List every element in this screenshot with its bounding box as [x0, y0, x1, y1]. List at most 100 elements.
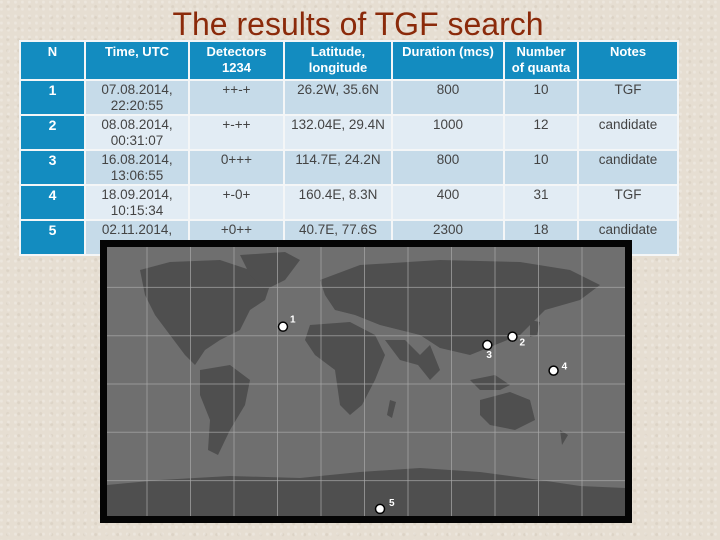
header-notes-label: Notes: [609, 44, 647, 59]
table-row: 2 08.08.2014, 00:31:07 +-++ 132.04E, 29.4N 10…: [21, 116, 677, 149]
cell-quanta: 31: [505, 186, 577, 219]
cell-detectors-text: +-0+: [222, 187, 251, 202]
event-label: 2: [519, 338, 525, 349]
cell-coords-text: 132.04E, 29.4N: [291, 117, 385, 132]
cell-n: 2: [21, 116, 84, 149]
cell-n: 1: [21, 81, 84, 114]
cell-time: 07.08.2014, 22:20:55: [86, 81, 188, 114]
cell-time-text: 02.11.2014,: [101, 222, 173, 237]
cell-n-text: 4: [48, 187, 57, 203]
cell-coords-text: 26.2W, 35.6N: [297, 82, 379, 97]
event-label: 5: [389, 498, 395, 509]
world-map-canvas: 1 2 3 4 5: [107, 247, 625, 516]
cell-coords: 114.7E, 24.2N: [285, 151, 391, 184]
cell-detectors: +-0+: [190, 186, 283, 219]
event-marker: [548, 365, 559, 376]
cell-duration: 800: [393, 151, 503, 184]
cell-quanta: 10: [505, 151, 577, 184]
cell-duration-text: 400: [436, 187, 460, 202]
cell-coords: 160.4E, 8.3N: [285, 186, 391, 219]
cell-coords: 26.2W, 35.6N: [285, 81, 391, 114]
cell-coords-text: 160.4E, 8.3N: [298, 187, 378, 202]
cell-notes: TGF: [579, 186, 677, 219]
cell-time-text: 00:31:07: [110, 133, 164, 148]
header-quanta-line1: Number: [516, 44, 566, 59]
cell-coords-text: 40.7E, 77.6S: [298, 222, 378, 237]
cell-quanta-text: 10: [533, 152, 549, 167]
cell-duration-text: 1000: [432, 117, 464, 132]
header-time-label: Time, UTC: [104, 44, 170, 59]
cell-n: 4: [21, 186, 84, 219]
header-quanta-line2: of quanta: [511, 60, 571, 75]
cell-notes-text: TGF: [614, 82, 642, 97]
cell-n: 5: [21, 221, 84, 254]
cell-duration-text: 2300: [432, 222, 464, 237]
cell-notes: candidate: [579, 151, 677, 184]
cell-detectors: +-++: [190, 116, 283, 149]
cell-quanta-text: 10: [533, 82, 549, 97]
cell-time-text: 10:15:34: [110, 203, 164, 218]
header-notes: Notes: [579, 42, 677, 79]
cell-detectors-text: ++-+: [222, 82, 251, 97]
cell-time-text: 18.09.2014,: [101, 187, 173, 202]
cell-detectors-text: 0+++: [220, 152, 253, 167]
header-coords-line1: Latitude,: [310, 44, 366, 59]
cell-detectors-text: +-++: [222, 117, 251, 132]
cell-notes: TGF: [579, 81, 677, 114]
cell-n-text: 2: [48, 117, 57, 133]
cell-duration-text: 800: [436, 82, 460, 97]
event-label: 3: [486, 350, 492, 361]
cell-coords: 132.04E, 29.4N: [285, 116, 391, 149]
header-duration-label: Duration (mcs): [402, 44, 494, 59]
header-detectors: Detectors 1234: [190, 42, 283, 79]
table-row: 4 18.09.2014, 10:15:34 +-0+ 160.4E, 8.3N 400 3…: [21, 186, 677, 219]
event-marker: [482, 339, 493, 351]
cell-duration: 1000: [393, 116, 503, 149]
cell-notes-text: candidate: [598, 117, 658, 132]
cell-time-text: 13:06:55: [110, 168, 164, 183]
cell-n-text: 3: [48, 152, 57, 168]
slide-title: The results of TGF search: [172, 6, 544, 42]
event-label: 4: [562, 362, 568, 373]
cell-duration: 800: [393, 81, 503, 114]
header-duration: Duration (mcs): [393, 42, 503, 79]
event-marker: [507, 331, 518, 342]
table-header-row: N Time, UTC Detectors 1234 Latitude, longi…: [21, 42, 677, 79]
cell-detectors: 0+++: [190, 151, 283, 184]
header-n-label: N: [47, 44, 58, 59]
cell-notes: candidate: [579, 116, 677, 149]
event-marker: [374, 503, 386, 515]
cell-quanta: 10: [505, 81, 577, 114]
cell-detectors-text: +0++: [220, 222, 253, 237]
cell-n: 3: [21, 151, 84, 184]
cell-detectors: ++-+: [190, 81, 283, 114]
header-coords-line2: longitude: [308, 60, 368, 75]
header-time: Time, UTC: [86, 42, 188, 79]
cell-time-text: 16.08.2014,: [101, 152, 173, 167]
event-marker: [277, 321, 289, 332]
cell-n-text: 1: [48, 82, 57, 98]
table-row: 3 16.08.2014, 13:06:55 0+++ 114.7E, 24.2N 800…: [21, 151, 677, 184]
cell-time: 08.08.2014, 00:31:07: [86, 116, 188, 149]
results-table: N Time, UTC Detectors 1234 Latitude, longi…: [19, 40, 679, 256]
cell-duration-text: 800: [436, 152, 460, 167]
header-n: N: [21, 42, 84, 79]
cell-time-text: 22:20:55: [110, 98, 164, 113]
cell-notes-text: TGF: [614, 187, 642, 202]
cell-notes-text: candidate: [598, 152, 658, 167]
cell-time: 18.09.2014, 10:15:34: [86, 186, 188, 219]
cell-notes-text: candidate: [598, 222, 658, 237]
world-map: 1 2 3 4 5: [100, 240, 632, 523]
cell-quanta-text: 18: [533, 222, 549, 237]
table-row: 1 07.08.2014, 22:20:55 ++-+ 26.2W, 35.6N 800 1…: [21, 81, 677, 114]
cell-quanta-text: 12: [533, 117, 549, 132]
cell-duration: 400: [393, 186, 503, 219]
cell-time-text: 07.08.2014,: [101, 82, 173, 97]
cell-coords-text: 114.7E, 24.2N: [295, 152, 381, 167]
cell-n-text: 5: [48, 222, 57, 238]
event-label: 1: [290, 315, 296, 326]
header-quanta: Number of quanta: [505, 42, 577, 79]
header-detectors-line2: 1234: [222, 60, 251, 75]
cell-quanta-text: 31: [533, 187, 549, 202]
cell-quanta: 12: [505, 116, 577, 149]
